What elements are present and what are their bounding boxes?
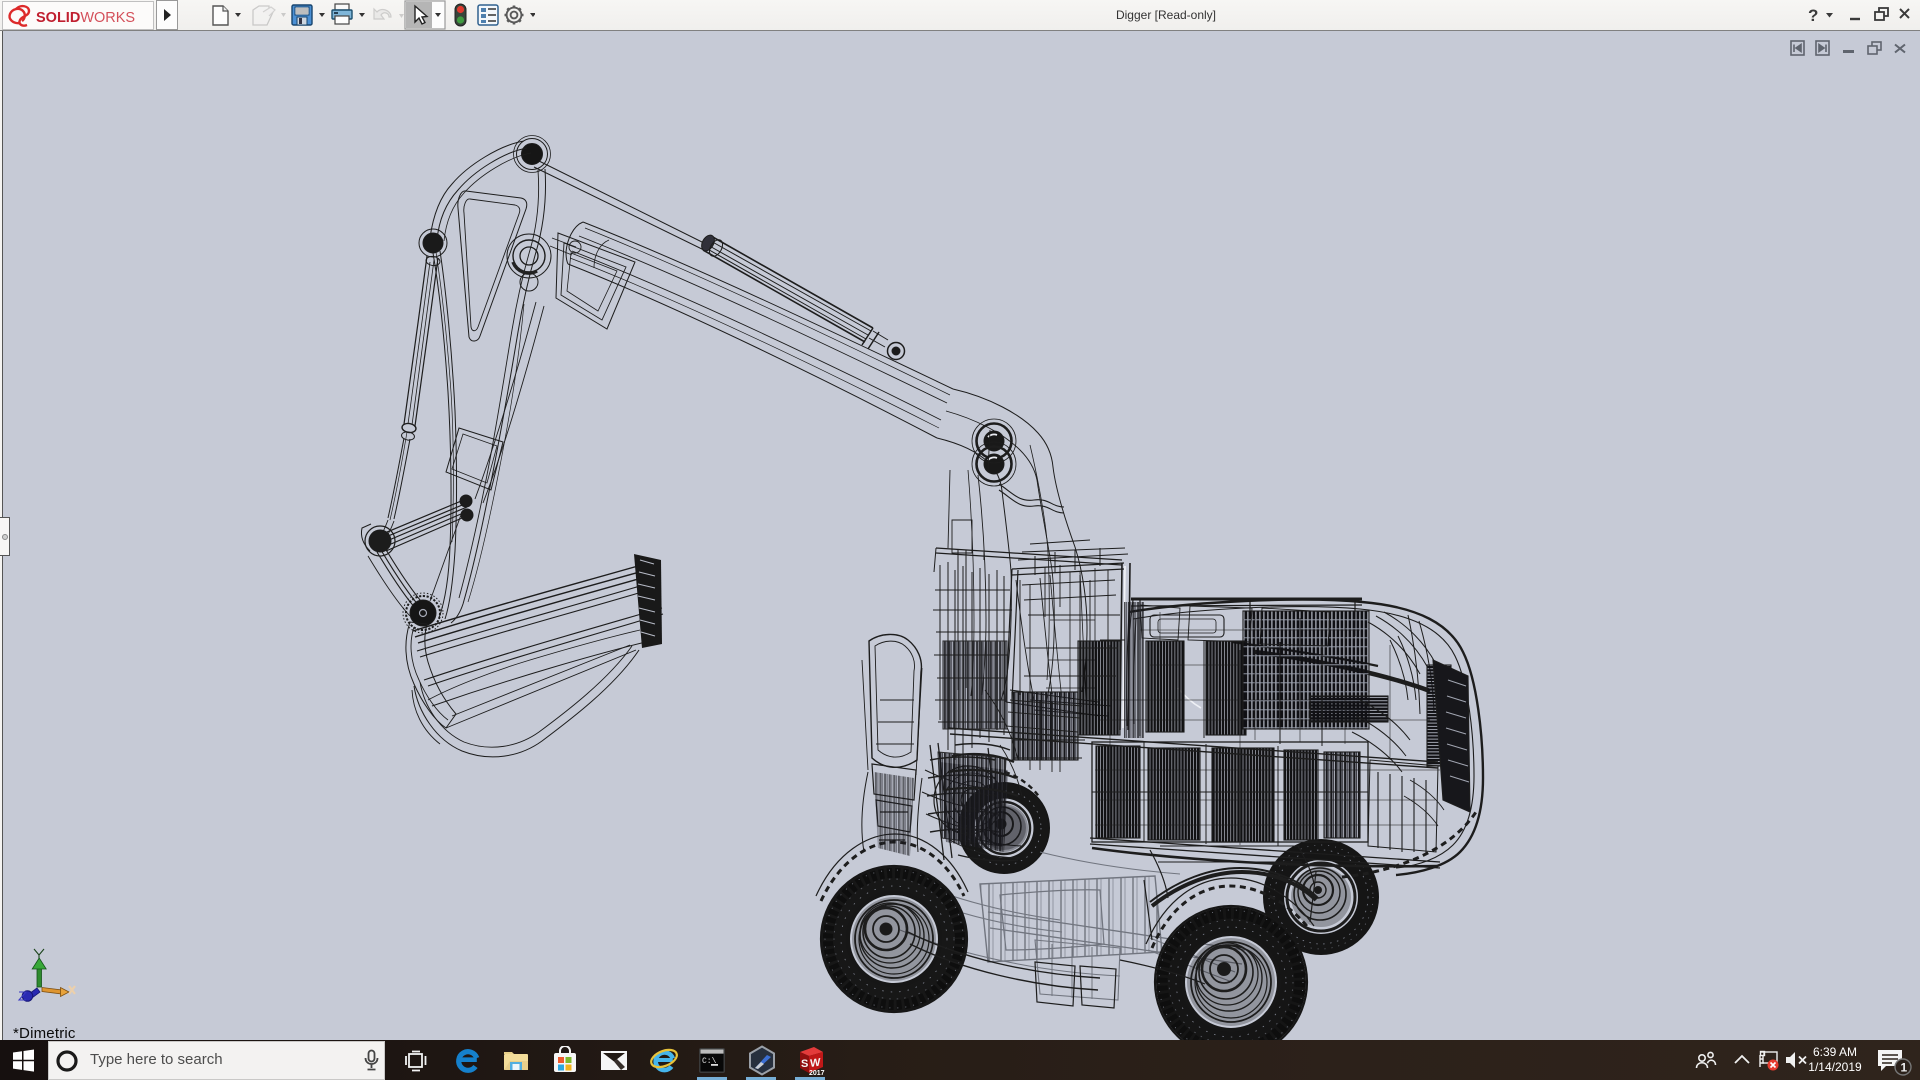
svg-text:S: S bbox=[801, 1058, 808, 1070]
svg-text:1: 1 bbox=[1901, 1061, 1908, 1075]
svg-text:SOLIDWORKS: SOLIDWORKS bbox=[36, 10, 135, 26]
svg-text:?: ? bbox=[1808, 6, 1818, 25]
svg-text:2017: 2017 bbox=[809, 1070, 825, 1076]
svg-text:W: W bbox=[810, 1057, 821, 1070]
